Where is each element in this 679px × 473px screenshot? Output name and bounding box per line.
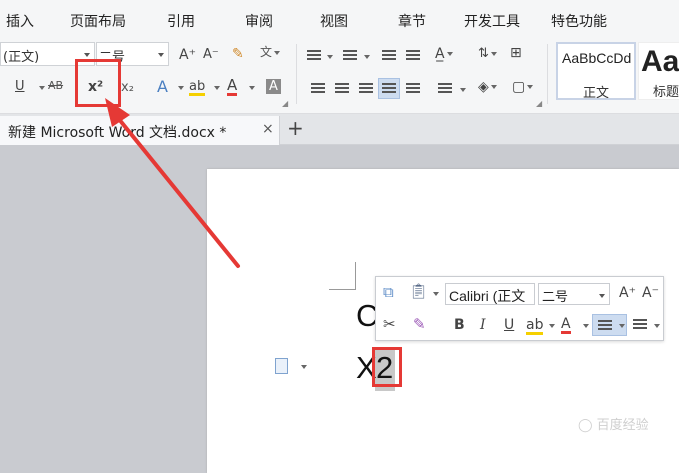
- watermark: ◯ 百度经验: [578, 418, 649, 433]
- annotation-arrow: [105, 98, 240, 268]
